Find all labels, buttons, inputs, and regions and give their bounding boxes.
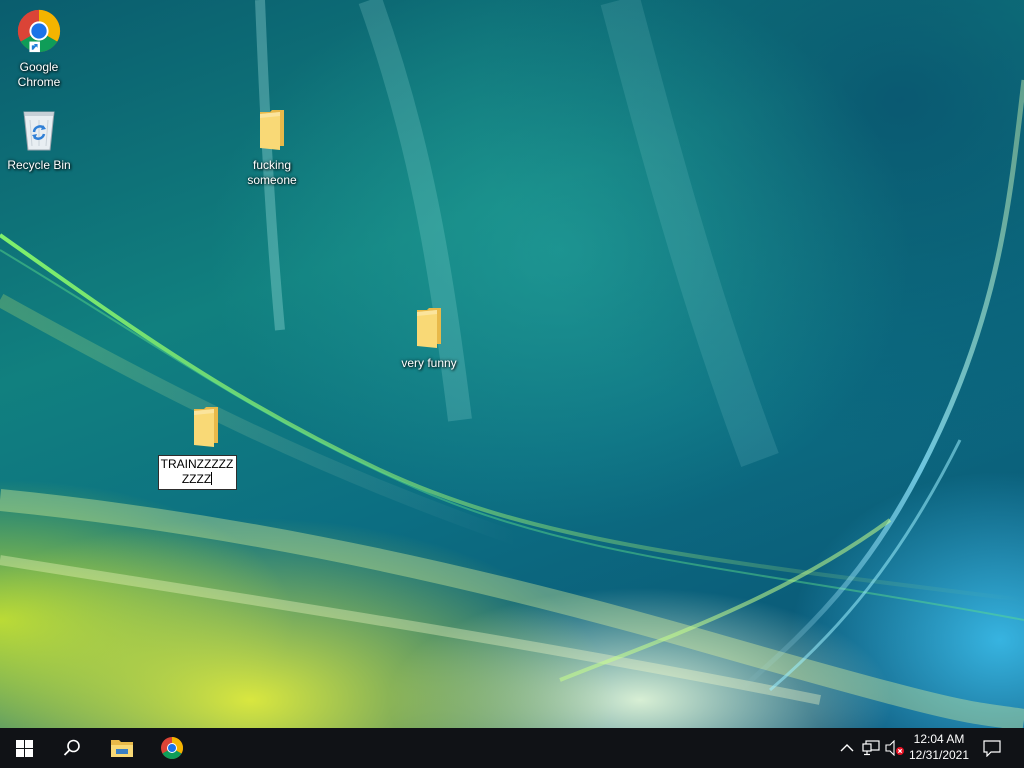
desktop-icon-folder[interactable]: very funny	[391, 306, 467, 371]
desktop-icon-label: very funny	[401, 356, 457, 370]
network-icon	[862, 740, 880, 756]
notification-icon	[983, 739, 1001, 757]
desktop-icon-label: fucking someone	[247, 158, 297, 187]
rename-input[interactable]: TRAINZZZZZZZZZ	[157, 455, 237, 490]
chrome-icon	[1, 8, 77, 58]
taskbar: 12:04 AM 12/31/2021	[0, 728, 1024, 768]
rename-input-text: TRAINZZZZZZZZZ	[160, 457, 234, 486]
action-center-button[interactable]	[980, 738, 1004, 758]
wallpaper	[0, 0, 1024, 728]
tray-overflow-button[interactable]	[836, 738, 858, 758]
chevron-up-icon	[840, 744, 854, 752]
desktop-icon-chrome[interactable]: Google Chrome	[1, 8, 77, 90]
desktop-icon-recycle-bin[interactable]: Recycle Bin	[1, 106, 77, 173]
folder-icon	[175, 405, 237, 453]
taskbar-clock[interactable]: 12:04 AM 12/31/2021	[904, 731, 974, 763]
desktop-icon-label: Recycle Bin	[7, 158, 71, 172]
desktop-icon-folder[interactable]: fucking someone	[234, 108, 310, 188]
text-caret	[211, 472, 213, 485]
volume-muted-icon	[885, 740, 904, 756]
start-button[interactable]	[0, 728, 48, 768]
chrome-icon	[161, 737, 183, 759]
taskbar-chrome[interactable]	[148, 728, 196, 768]
windows-logo-icon	[15, 739, 33, 757]
desktop[interactable]: Google Chrome Recycle Bin fucking someon…	[0, 0, 1024, 728]
tray-network[interactable]	[860, 738, 882, 758]
folder-icon	[391, 306, 467, 354]
taskbar-file-explorer[interactable]	[98, 728, 146, 768]
tray-volume[interactable]	[884, 738, 906, 758]
folder-icon	[234, 108, 310, 156]
recycle-bin-icon	[1, 106, 77, 156]
search-button[interactable]	[48, 728, 96, 768]
file-explorer-icon	[111, 740, 133, 757]
clock-time: 12:04 AM	[913, 732, 965, 746]
desktop-icon-folder-renaming[interactable]: TRAINZZZZZZZZZ	[157, 405, 237, 490]
search-icon	[63, 739, 80, 756]
desktop-icon-label: Google Chrome	[17, 60, 61, 89]
clock-date: 12/31/2021	[908, 748, 970, 762]
